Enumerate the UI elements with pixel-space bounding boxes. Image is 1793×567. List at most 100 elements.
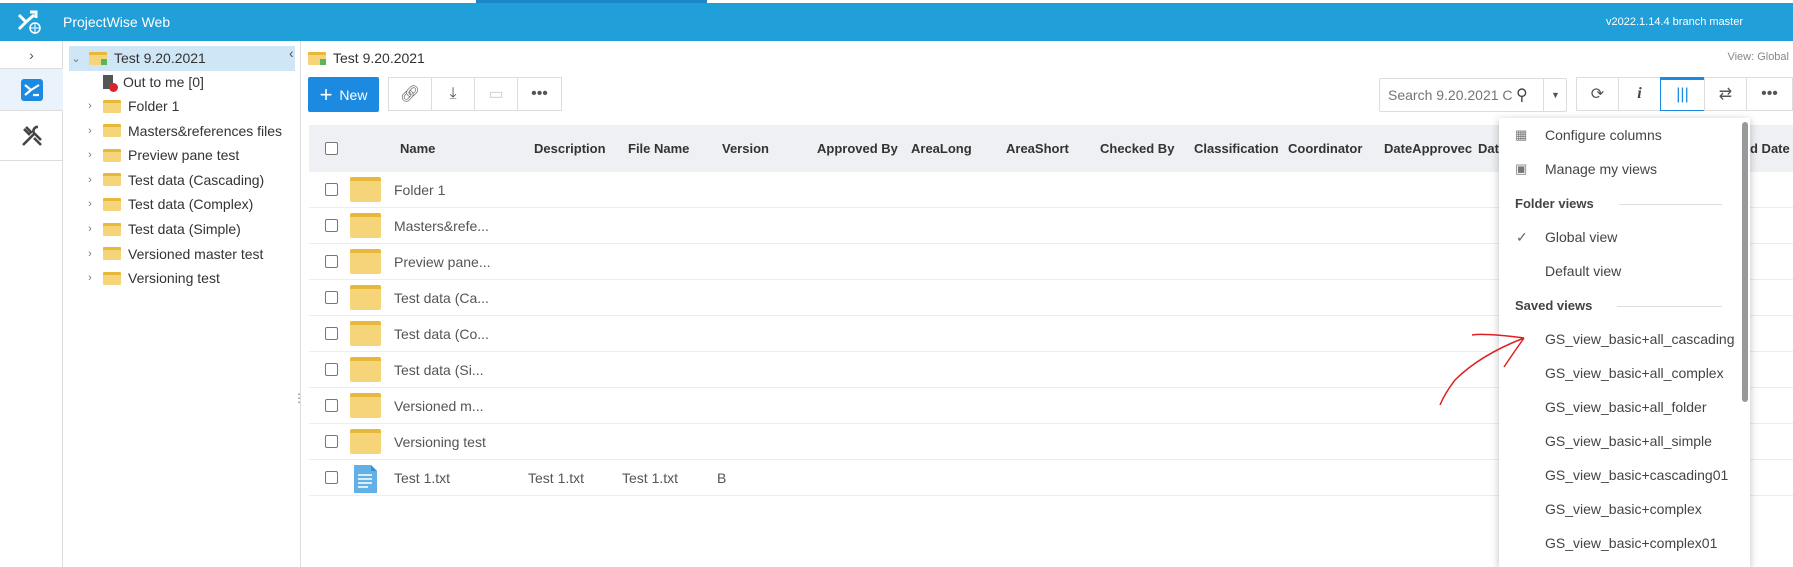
switch-view-button[interactable]: ⇄ [1704,77,1747,111]
row-checkbox[interactable] [325,399,338,412]
menu-item-configure-columns[interactable]: ▦ Configure columns [1499,118,1739,152]
chevron-right-icon[interactable]: › [83,100,97,112]
column-header[interactable]: Version [722,141,769,156]
column-header[interactable]: AreaLong [911,141,972,156]
column-header[interactable]: Dat [1478,141,1499,156]
menu-item-saved-view[interactable]: GS_view_basic+complex01 [1499,526,1739,560]
link-icon: 🔗︎ [399,86,421,103]
column-header[interactable]: Checked By [1100,141,1174,156]
column-header[interactable]: AreaShort [1006,141,1069,156]
name-cell[interactable]: Versioned m... [394,398,484,414]
search-options-dropdown[interactable]: ▼ [1543,79,1567,111]
more-actions-button[interactable]: ••• [517,77,562,111]
tree-node-out-to-me[interactable]: Out to me [0] [103,70,204,94]
new-button[interactable]: + New [308,77,379,112]
menu-item-label: Manage my views [1545,161,1658,177]
tree-node-label: Test data (Complex) [128,196,254,213]
row-checkbox[interactable] [325,327,338,340]
menu-scrollbar[interactable] [1742,122,1748,402]
divider [1617,306,1722,307]
select-all-checkbox[interactable] [325,142,338,155]
chevron-down-icon[interactable]: ⌄ [69,52,83,65]
search-input[interactable] [1388,87,1518,103]
row-checkbox[interactable] [325,363,338,376]
tree-node[interactable]: › Test data (Simple) [83,217,241,241]
chevron-right-icon[interactable]: › [83,125,97,137]
name-cell[interactable]: Masters&refe... [394,218,489,234]
name-cell[interactable]: Test 1.txt [394,470,450,486]
folder-icon [103,99,121,113]
refresh-button[interactable]: ⟳ [1576,77,1619,111]
menu-item-saved-view[interactable]: GS_view_basic+all_complex [1499,356,1739,390]
more-vertical-icon[interactable]: ⋮ [1785,6,1793,24]
resize-handle[interactable]: ⋮ [293,392,305,404]
tree-node-root[interactable]: ⌄ Test 9.20.2021 [69,46,205,70]
tree-node[interactable]: › Masters&references files [83,119,282,143]
menu-item-label: Global view [1545,229,1618,245]
tree-node[interactable]: › Preview pane test [83,143,239,167]
menu-item-saved-view[interactable]: GS_view_basic+all_cascading [1499,322,1739,356]
row-checkbox[interactable] [325,183,338,196]
file-name-cell: Test 1.txt [622,470,679,486]
menu-item-saved-view[interactable]: GS_view_basic+all_simple [1499,424,1739,458]
rename-button[interactable]: ▭ [474,77,518,111]
row-checkbox[interactable] [325,255,338,268]
column-header[interactable]: DateApprovec [1384,141,1472,156]
more-options-button[interactable]: ••• [1746,77,1793,111]
link-button[interactable]: 🔗︎ [388,77,432,111]
name-cell[interactable]: Test data (Si... [394,362,483,378]
search-icon[interactable]: ⚲ [1516,85,1528,105]
row-checkbox[interactable] [325,471,338,484]
tree-node-label: Versioning test [128,270,220,287]
column-header[interactable]: Coordinator [1288,141,1362,156]
column-header[interactable]: Approved By [817,141,898,156]
menu-item-saved-view[interactable]: GS_view_basic+complex [1499,492,1739,526]
tree-node[interactable]: › Folder 1 [83,94,179,118]
columns-view-button[interactable]: ||| [1660,77,1705,111]
tree-node[interactable]: › Test data (Cascading) [83,168,264,192]
menu-item-global-view[interactable]: ✓ Global view [1499,220,1739,254]
download-button[interactable]: ⤓ [431,77,475,111]
info-button[interactable]: i [1618,77,1661,111]
chevron-right-icon[interactable]: › [83,272,97,284]
name-cell[interactable]: Versioning test [394,434,486,450]
tree-node-label: Folder 1 [128,98,180,114]
name-cell[interactable]: Test data (Co... [394,326,489,342]
menu-item-default-view[interactable]: Default view [1499,254,1739,288]
column-header[interactable]: Classification [1194,141,1279,156]
row-checkbox[interactable] [325,219,338,232]
menu-item-saved-view[interactable]: GS_view_basic+all_folder [1499,390,1739,424]
name-cell[interactable]: Preview pane... [394,254,491,270]
tree-node[interactable]: › Test data (Complex) [83,192,253,216]
chevron-right-icon[interactable]: › [83,223,97,235]
rail-item-documents[interactable] [0,69,63,111]
chevron-right-icon: › [29,46,34,63]
swap-icon: ⇄ [1718,86,1733,103]
column-header[interactable]: d Date [1750,141,1790,156]
rail-item-tools[interactable] [0,111,63,161]
tree-node[interactable]: › Versioning test [83,266,220,290]
tree-node-label: Out to me [0] [123,74,204,90]
name-cell[interactable]: Folder 1 [394,182,445,198]
row-checkbox[interactable] [325,435,338,448]
column-header[interactable]: File Name [628,141,689,156]
chevron-right-icon[interactable]: › [83,149,97,161]
tree-node[interactable]: › Versioned master test [83,242,263,266]
name-cell[interactable]: Test data (Ca... [394,290,489,306]
column-header[interactable]: Description [534,141,606,156]
chevron-right-icon[interactable]: › [83,198,97,210]
chevron-right-icon[interactable]: › [83,248,97,260]
description-cell: Test 1.txt [528,470,585,486]
menu-item-saved-view[interactable]: GS_view_basic+cascading01 [1499,458,1739,492]
expand-rail-button[interactable]: › [0,41,63,69]
row-checkbox[interactable] [325,291,338,304]
view-label: View: Global [1727,51,1789,63]
folder-icon [103,247,121,261]
collapse-tree-button[interactable]: ‹ [289,45,294,61]
menu-item-manage-views[interactable]: ▣ Manage my views [1499,152,1739,186]
breadcrumb-item[interactable]: Test 9.20.2021 [333,50,425,66]
chevron-right-icon[interactable]: › [83,174,97,186]
column-header[interactable]: Name [400,141,435,156]
projectwise-logo-icon [17,10,41,34]
menu-heading-saved-views: Saved views [1515,298,1593,313]
